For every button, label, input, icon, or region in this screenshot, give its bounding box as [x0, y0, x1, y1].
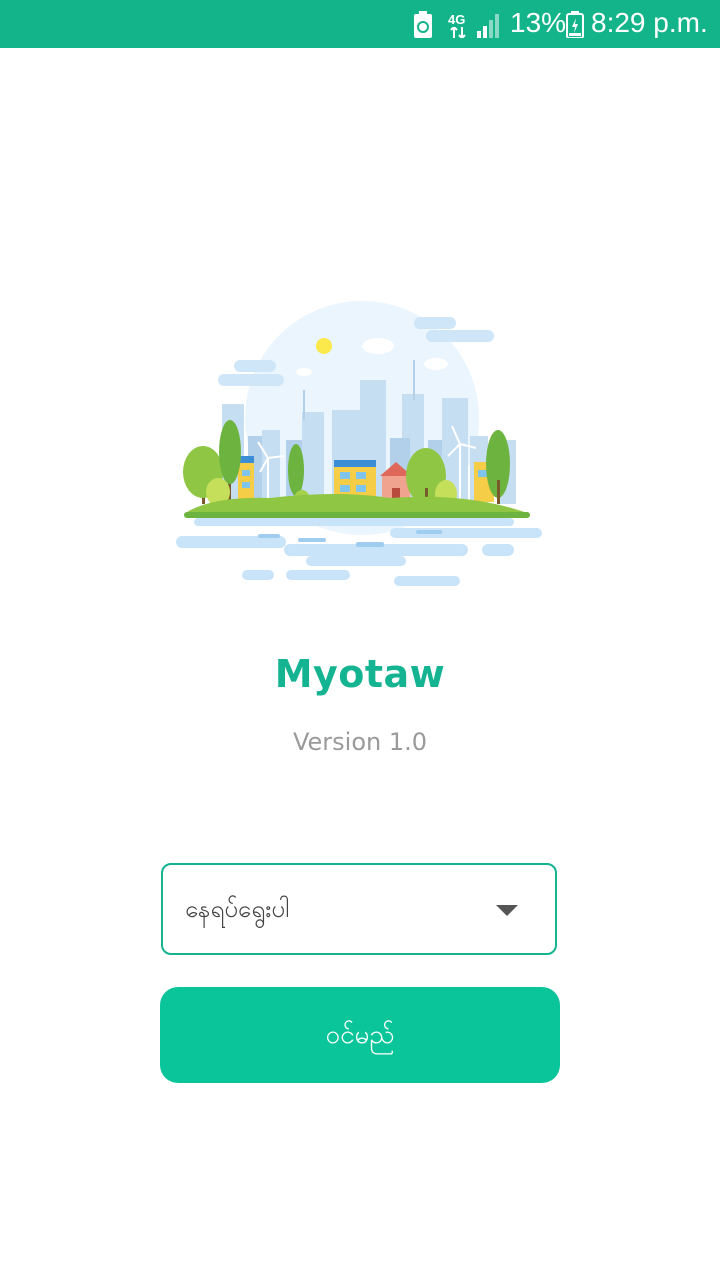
version-text: Version 1.0: [292, 728, 428, 756]
status-bar: 4G 13% 8:29 p.m.: [0, 0, 720, 48]
dropdown-arrow-icon: [496, 905, 518, 916]
location-dropdown-value: နေရပ်ရွေးပါ: [185, 895, 290, 923]
signal-icon: [477, 14, 499, 38]
location-dropdown[interactable]: နေရပ်ရွေးပါ: [161, 863, 557, 955]
city-illustration: [176, 301, 542, 586]
battery-icon: [566, 11, 584, 38]
sun-icon: [316, 338, 332, 354]
network-4g-icon: 4G: [446, 12, 470, 38]
enter-button[interactable]: ဝင်မည်: [160, 987, 560, 1083]
app-title: Myotaw: [274, 652, 446, 696]
clock: 8:29 p.m.: [591, 7, 708, 38]
battery-saver-icon: [414, 11, 432, 38]
battery-percent: 13%: [510, 7, 567, 38]
